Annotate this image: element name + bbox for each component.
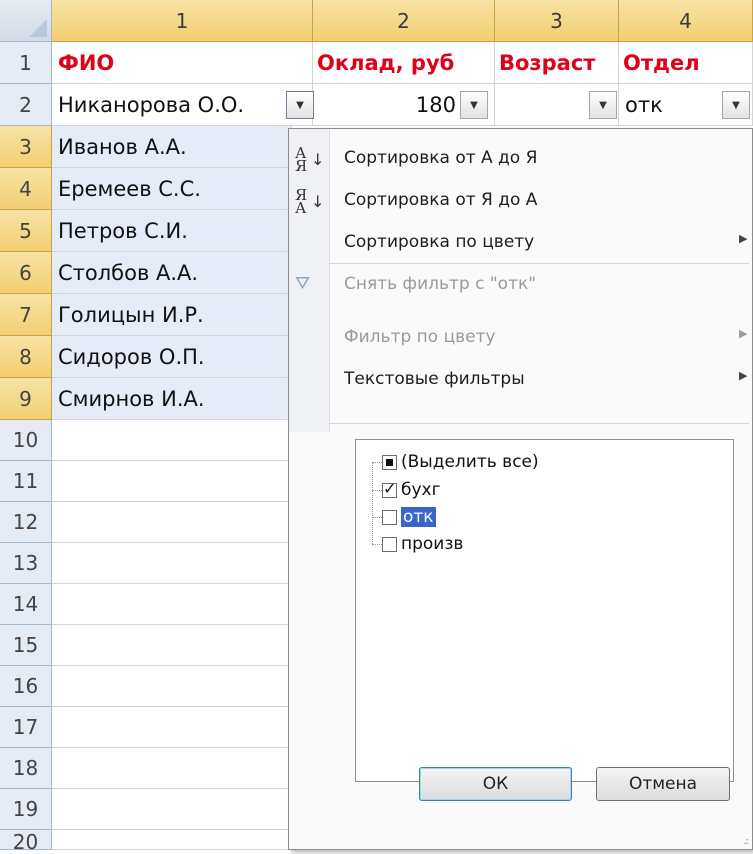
row-header-5[interactable]: 5 [0,210,52,252]
row-header-6[interactable]: 6 [0,252,52,294]
select-all-corner[interactable] [0,0,52,42]
sort-z-a-icon: Я А ↓ [295,186,325,217]
filter-option-otk[interactable]: отк [382,505,436,529]
menu-item-label: Фильтр по цвету [344,327,496,347]
row-header-20[interactable]: 20 [0,830,52,854]
chevron-down-icon: ▼ [599,99,607,111]
cell-empty[interactable] [52,666,292,707]
menu-item-label: Сортировка от Я до А [344,190,538,210]
cell-name-row8[interactable]: Сидоров О.П. [52,336,292,378]
row-header-17[interactable]: 17 [0,707,52,748]
column-header-2[interactable]: 2 [313,0,495,42]
row-header-18[interactable]: 18 [0,748,52,789]
submenu-arrow-icon: ▶ [739,369,748,382]
ok-button[interactable]: ОК [419,767,572,801]
chevron-down-icon: ▼ [296,99,304,111]
filter-option-proizv[interactable]: произв [382,532,463,556]
row-header-19[interactable]: 19 [0,789,52,830]
cell-name-row2[interactable]: Никанорова О.О. [52,84,313,126]
cell-name-row7[interactable]: Голицын И.Р. [52,294,292,336]
filter-option-buhg[interactable]: бухг [382,478,441,502]
cell-empty[interactable] [52,789,292,830]
sort-a-z-icon: А Я ↓ [295,144,325,175]
cell-header-dept[interactable]: Отдел [619,42,753,84]
filter-option-select-all[interactable]: (Выделить все) [382,450,539,474]
submenu-arrow-icon: ▶ [739,232,748,245]
cell-name-row6[interactable]: Столбов А.А. [52,252,292,294]
filter-values-list[interactable]: (Выделить все) бухг отк произв [355,439,734,782]
row-header-14[interactable]: 14 [0,584,52,625]
row-header-1[interactable]: 1 [0,42,52,84]
menu-item-label: Снять фильтр с "отк" [344,274,537,294]
tree-line [372,490,382,491]
clear-filter-icon: ⛛ [295,273,311,294]
row-header-13[interactable]: 13 [0,543,52,584]
checkbox[interactable] [382,509,397,525]
cell-empty[interactable] [52,830,292,850]
filter-dropdown-dept[interactable]: ▼ [722,91,750,119]
cell-empty[interactable] [52,502,292,543]
row-header-15[interactable]: 15 [0,625,52,666]
cell-name-row9[interactable]: Смирнов И.А. [52,378,292,420]
row-header-8[interactable]: 8 [0,336,52,378]
checkbox[interactable] [382,454,397,470]
menu-item-sort-az[interactable]: Сортировка от А до Я [344,148,537,168]
row-header-2[interactable]: 2 [0,84,52,126]
filter-dropdown-age[interactable]: ▼ [589,91,617,119]
cell-empty[interactable] [52,461,292,502]
menu-item-sort-za[interactable]: Сортировка от Я до А [344,190,537,210]
row-header-10[interactable]: 10 [0,420,52,461]
menu-item-sort-by-color[interactable]: Сортировка по цвету ▶ [344,232,747,252]
cell-header-salary[interactable]: Оклад, руб [313,42,495,84]
row-header-12[interactable]: 12 [0,502,52,543]
cell-empty[interactable] [52,625,292,666]
row-header-9[interactable]: 9 [0,378,52,420]
row-header-16[interactable]: 16 [0,666,52,707]
chevron-down-icon: ▼ [732,99,740,111]
cell-header-age[interactable]: Возраст [495,42,619,84]
tree-line [372,544,382,545]
cell-name-row3[interactable]: Иванов А.А. [52,126,292,168]
cell-name-row5[interactable]: Петров С.И. [52,210,292,252]
filter-option-label: отк [401,507,436,527]
cell-name-row4[interactable]: Еремеев С.С. [52,168,292,210]
cell-empty[interactable] [52,420,292,461]
cell-empty[interactable] [52,707,292,748]
menu-item-label: Сортировка от А до Я [344,148,538,168]
row-header-7[interactable]: 7 [0,294,52,336]
chevron-down-icon: ▼ [470,99,478,111]
filter-dropdown-fio[interactable]: ▼ [286,91,314,119]
filter-option-label: бухг [401,480,441,500]
submenu-arrow-icon: ▶ [739,327,748,340]
row-header-11[interactable]: 11 [0,461,52,502]
column-header-4[interactable]: 4 [619,0,753,42]
tree-line [372,517,382,518]
menu-item-text-filters[interactable]: Текстовые фильтры ▶ [344,369,747,389]
tree-line [372,462,382,463]
row-header-4[interactable]: 4 [0,168,52,210]
menu-separator [329,263,749,264]
tree-line [372,462,373,544]
menu-item-label: Текстовые фильтры [344,369,525,389]
row-header-3[interactable]: 3 [0,126,52,168]
column-header-1[interactable]: 1 [52,0,313,42]
cancel-button[interactable]: Отмена [596,767,730,801]
filter-dropdown-salary[interactable]: ▼ [460,91,488,119]
cell-empty[interactable] [52,748,292,789]
resize-grip-icon[interactable]: .: [743,836,748,847]
cell-empty[interactable] [52,543,292,584]
menu-item-clear-filter[interactable]: Снять фильтр с "отк" [344,274,536,294]
menu-separator [329,423,749,424]
filter-option-label: (Выделить все) [401,452,539,472]
cell-empty[interactable] [52,584,292,625]
column-header-3[interactable]: 3 [495,0,619,42]
menu-item-filter-by-color[interactable]: Фильтр по цвету ▶ [344,327,747,347]
checkbox[interactable] [382,536,397,552]
checkbox[interactable] [382,479,397,498]
autofilter-menu: А Я ↓ Сортировка от А до Я Я А ↓ Сортировка … [288,128,753,850]
menu-item-label: Сортировка по цвету [344,232,535,252]
filter-option-label: произв [401,534,464,554]
cell-header-fio[interactable]: ФИО [52,42,313,84]
